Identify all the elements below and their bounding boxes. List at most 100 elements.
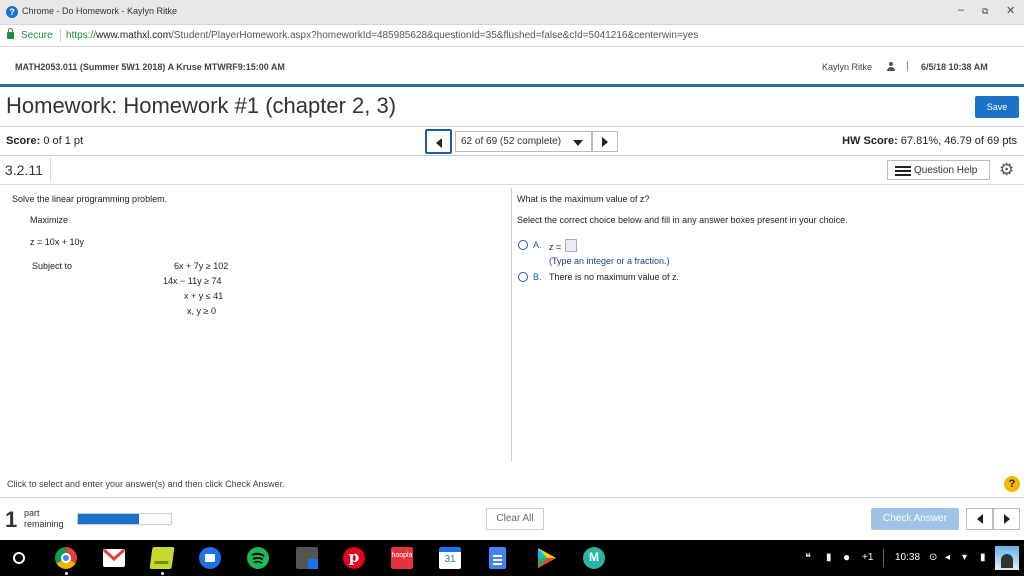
usb-icon: ▮ xyxy=(826,552,832,563)
calendar-icon[interactable]: 31 xyxy=(439,547,461,569)
hw-score-label: HW Score: xyxy=(842,135,898,147)
next-question-button[interactable] xyxy=(592,131,618,152)
user-icon[interactable] xyxy=(887,62,895,71)
launcher-icon[interactable] xyxy=(13,552,25,564)
close-icon[interactable]: ✕ xyxy=(1006,4,1015,17)
window-title: Chrome - Do Homework - Kaylyn Ritke xyxy=(22,6,178,16)
check-answer-button[interactable]: Check Answer xyxy=(871,508,959,530)
os-taskbar: p hoopla 31 M ❝ ▮ ● +1 10:38 ⊙ ◂ ▾ ▮ xyxy=(0,540,1024,576)
progress-fill xyxy=(78,514,140,524)
mathxl-app-icon: ? xyxy=(6,6,18,18)
calculator-icon[interactable] xyxy=(296,547,318,569)
hoopla-icon[interactable]: hoopla xyxy=(391,547,413,569)
window-titlebar: ? Chrome - Do Homework - Kaylyn Ritke – … xyxy=(0,0,1024,25)
question-number: 3.2.11 xyxy=(5,162,43,178)
score-label: Score: xyxy=(6,135,41,147)
footer-previous-button[interactable] xyxy=(966,508,993,530)
course-name: MATH2053.011 (Summer 5W1 2018) A Kruse M… xyxy=(15,62,285,72)
answer-question: What is the maximum value of z? xyxy=(517,194,650,204)
avatar[interactable] xyxy=(995,546,1019,570)
subject-to-label: Subject to xyxy=(32,261,73,271)
parts-word-2: remaining xyxy=(24,519,64,529)
progress-bar xyxy=(77,513,172,525)
help-icon[interactable]: ? xyxy=(1004,476,1020,492)
sync-icon: ⊙ xyxy=(929,552,938,563)
gear-icon[interactable]: ⚙ xyxy=(999,160,1014,180)
header-datetime: 6/5/18 10:38 AM xyxy=(921,62,988,72)
lock-icon xyxy=(7,28,14,39)
page-title: Homework: Homework #1 (chapter 2, 3) xyxy=(6,93,397,118)
choice-a-letter: A. xyxy=(533,240,542,250)
spotify-icon[interactable] xyxy=(247,547,269,569)
minimize-icon[interactable]: – xyxy=(958,4,964,16)
chevron-down-icon xyxy=(573,140,583,146)
mute-icon: ◂ xyxy=(945,552,951,563)
mathxl-letter: M xyxy=(589,550,599,564)
url-scheme: https:// xyxy=(66,30,97,41)
question-help-button[interactable]: Question Help xyxy=(887,160,990,180)
arrow-right-icon xyxy=(1004,514,1010,524)
constraint-1: 6x + 7y ≥ 102 xyxy=(174,261,229,271)
score-value: 0 of 1 pt xyxy=(43,135,84,147)
answer-instruction: Select the correct choice below and fill… xyxy=(517,215,848,225)
notification-count[interactable]: +1 xyxy=(862,552,873,563)
save-button[interactable]: Save xyxy=(975,96,1019,118)
arrow-right-icon xyxy=(602,137,608,147)
docs-icon[interactable] xyxy=(489,547,506,569)
maximize-label: Maximize xyxy=(30,215,69,225)
play-store-icon[interactable] xyxy=(535,547,557,569)
problem-pane: Solve the linear programming problem. Ma… xyxy=(0,188,511,468)
mathxl-icon[interactable]: M xyxy=(583,547,605,569)
choice-b-radio[interactable] xyxy=(518,272,528,282)
calendar-day: 31 xyxy=(444,554,456,565)
keep-active-dot xyxy=(161,572,164,575)
hangouts-icon[interactable]: ❝ xyxy=(805,551,811,564)
footer-bar: 1 part remaining Clear All Check Answer xyxy=(0,497,1024,540)
chrome-active-dot xyxy=(65,572,68,575)
choice-a-radio[interactable] xyxy=(518,240,528,250)
footer-instruction: Click to select and enter your answer(s)… xyxy=(7,479,285,489)
choice-b-text[interactable]: There is no maximum value of z. xyxy=(549,272,679,282)
constraint-4: x, y ≥ 0 xyxy=(187,306,216,316)
address-bar[interactable]: Secure https://www.mathxl.com/Student/Pl… xyxy=(0,25,1024,47)
objective-function: z = 10x + 10y xyxy=(30,237,85,247)
arrow-left-icon xyxy=(436,138,442,148)
chrome-icon[interactable] xyxy=(55,547,77,569)
answer-pane: What is the maximum value of z? Select t… xyxy=(512,188,1024,468)
question-number-divider xyxy=(50,158,51,182)
answer-input-box[interactable] xyxy=(565,239,577,252)
question-select[interactable]: 62 of 69 (52 complete) xyxy=(455,131,592,152)
question-help-label: Question Help xyxy=(914,165,978,176)
score: Score: 0 of 1 pt xyxy=(6,135,83,147)
constraint-3: x + y ≤ 41 xyxy=(184,291,224,301)
files-icon[interactable] xyxy=(199,547,221,569)
pinterest-icon[interactable]: p xyxy=(343,547,365,569)
score-row: Score: 0 of 1 pt 62 of 69 (52 complete) … xyxy=(0,126,1024,156)
course-header: MATH2053.011 (Summer 5W1 2018) A Kruse M… xyxy=(0,47,1024,87)
choice-a-text: z = xyxy=(549,242,562,252)
restore-icon[interactable]: ⧉ xyxy=(982,6,988,17)
question-header: 3.2.11 Question Help ⚙ xyxy=(0,156,1024,185)
google-keep-icon[interactable] xyxy=(149,547,175,569)
clock-time[interactable]: 10:38 xyxy=(895,552,920,563)
address-separator xyxy=(60,29,61,42)
url-text[interactable]: https://www.mathxl.com/Student/PlayerHom… xyxy=(66,30,698,41)
hw-score-value: 67.81%, 46.79 of 69 pts xyxy=(900,135,1017,147)
previous-question-button[interactable] xyxy=(425,129,452,154)
user-name[interactable]: Kaylyn Ritke xyxy=(822,62,872,72)
clear-all-button[interactable]: Clear All xyxy=(486,508,544,530)
secure-label: Secure xyxy=(21,30,53,41)
arrow-left-icon xyxy=(977,514,983,524)
constraint-2: 14x − 11y ≥ 74 xyxy=(163,276,222,286)
hw-score: HW Score: 67.81%, 46.79 of 69 pts xyxy=(842,135,1017,147)
choice-a-hint: (Type an integer or a fraction.) xyxy=(549,256,670,266)
footer-next-button[interactable] xyxy=(993,508,1020,530)
gmail-icon[interactable] xyxy=(103,549,125,567)
tray-divider xyxy=(883,549,884,567)
hoopla-label: hoopla xyxy=(391,552,413,559)
parts-remaining-label: part remaining xyxy=(24,508,64,530)
list-icon xyxy=(895,166,911,176)
url-host: www.mathxl.com xyxy=(96,30,172,41)
problem-intro: Solve the linear programming problem. xyxy=(12,194,168,204)
url-path: /Student/PlayerHomework.aspx?homeworkId=… xyxy=(171,30,699,41)
